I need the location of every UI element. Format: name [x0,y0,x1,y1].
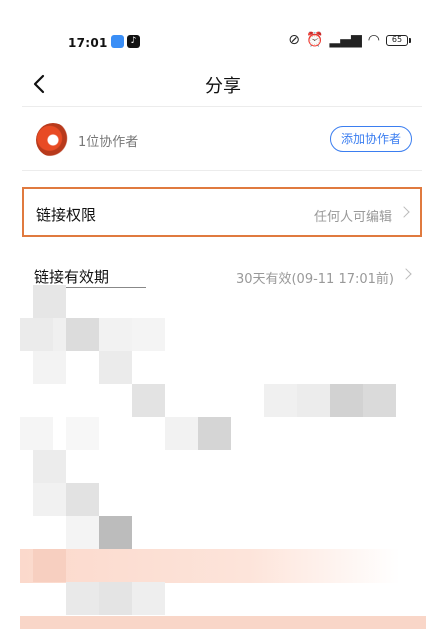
status-time: 17:01 [68,36,108,50]
link-permission-row[interactable]: 链接权限 任何人可编辑 [22,187,422,237]
chevron-right-icon [400,268,412,280]
avatar [36,123,70,157]
page-title: 分享 [205,76,241,97]
signal-icon: ▂▄▆ [329,32,362,48]
pixelated-content [0,285,446,629]
alarm-icon: ⏰ [306,32,324,48]
app-blue-icon [111,35,124,48]
link-permission-value: 任何人可编辑 [313,210,392,225]
chevron-right-icon [398,206,410,218]
wifi-icon: ◠ [367,32,380,48]
divider [22,170,422,171]
link-validity-label: 链接有效期 [34,268,110,286]
collaborator-row[interactable]: 1位协作者 添加协作者 [22,113,422,163]
status-bar: 17:01 ♪ ⊘ ⏰ ▂▄▆ ◠ 65 [0,0,446,52]
mute-icon: ⊘ [288,32,301,48]
collaborator-count: 1位协作者 [78,135,139,150]
divider [22,106,422,107]
link-permission-label: 链接权限 [36,206,97,224]
status-right-icons: ⊘ ⏰ ▂▄▆ ◠ 65 [288,32,411,48]
battery-icon: 65 [386,34,411,46]
add-collaborator-button[interactable]: 添加协作者 [329,126,412,152]
tiktok-icon: ♪ [127,35,140,48]
